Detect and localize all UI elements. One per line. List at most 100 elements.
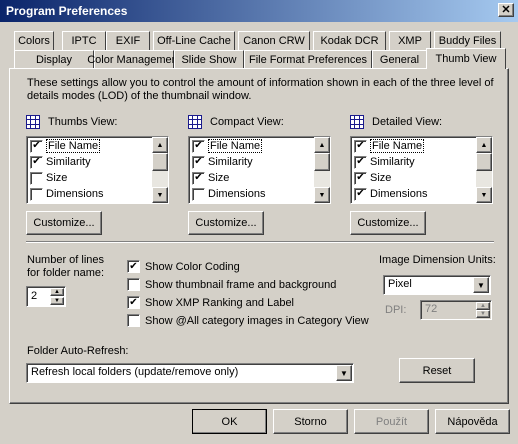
option-show-thumbnail-frame-and-background[interactable]: Show thumbnail frame and background <box>127 278 336 291</box>
scrollbar[interactable]: ▲ ▼ <box>314 137 330 203</box>
view-field-list[interactable]: ✔ File Name ✔ Similarity ✔ Size ✔ Dimensions ▲ ▼ <box>350 136 493 204</box>
tab-label: Slide Show <box>181 54 237 66</box>
list-item-label: File Name <box>46 139 101 153</box>
scrollbar[interactable]: ▲ ▼ <box>152 137 168 203</box>
list-item[interactable]: Dimensions <box>190 186 313 202</box>
lines-spinner[interactable]: 2 ▲ ▼ <box>26 286 66 307</box>
ok-button[interactable]: OK <box>192 409 267 434</box>
refresh-select[interactable]: Refresh local folders (update/remove onl… <box>26 363 354 383</box>
list-item[interactable]: ✔ Similarity <box>28 154 151 170</box>
list-item-label: Dimensions <box>370 188 428 200</box>
checkbox[interactable]: ✔ <box>192 155 205 169</box>
option-show-all-category-images-in-category-view[interactable]: Show @All category images in Category Vi… <box>127 314 369 327</box>
checkbox[interactable] <box>30 187 43 201</box>
list-item[interactable]: ✔ File Name <box>352 138 475 154</box>
option-show-xmp-ranking-and-label[interactable]: ✔ Show XMP Ranking and Label <box>127 296 294 309</box>
checkbox[interactable]: ✔ <box>30 155 43 169</box>
close-button[interactable]: ✕ <box>498 3 514 17</box>
scroll-up-icon[interactable]: ▲ <box>314 137 330 153</box>
scroll-down-icon[interactable]: ▼ <box>314 187 330 203</box>
list-item[interactable]: ✔ Similarity <box>352 154 475 170</box>
checkbox[interactable] <box>127 314 140 327</box>
tab-xmp[interactable]: XMP <box>389 31 431 50</box>
tab-canon-crw[interactable]: Canon CRW <box>238 31 310 50</box>
scrollbar[interactable]: ▲ ▼ <box>476 137 492 203</box>
list-item[interactable]: ✔ Dimensions <box>352 186 475 202</box>
list-item-label: File Name <box>208 139 263 153</box>
checkbox[interactable]: ✔ <box>127 296 140 309</box>
checkbox[interactable]: ✔ <box>354 155 367 169</box>
spin-down-icon[interactable]: ▼ <box>50 297 64 305</box>
checkbox[interactable] <box>127 278 140 291</box>
checkbox[interactable] <box>30 171 43 185</box>
customize-button[interactable]: Customize... <box>350 211 426 235</box>
tab-off-line-cache[interactable]: Off-Line Cache <box>153 31 235 50</box>
scroll-up-icon[interactable]: ▲ <box>476 137 492 153</box>
tab-file-format-preferences[interactable]: File Format Preferences <box>244 50 372 69</box>
option-label: Show XMP Ranking and Label <box>145 296 295 309</box>
tab-iptc[interactable]: IPTC <box>62 31 106 50</box>
checkbox[interactable]: ✔ <box>354 139 367 153</box>
spin-up-icon[interactable]: ▲ <box>50 288 64 296</box>
list-item[interactable]: Dimensions <box>28 186 151 202</box>
option-show-color-coding[interactable]: ✔ Show Color Coding <box>127 260 240 273</box>
close-icon: ✕ <box>501 3 511 16</box>
view-header: Compact View: <box>188 115 284 129</box>
view-title: Compact View: <box>210 116 284 128</box>
tab-label: IPTC <box>71 35 97 47</box>
list-item[interactable]: ✔ Size <box>352 170 475 186</box>
list-item[interactable]: ✔ Similarity <box>190 154 313 170</box>
customize-button[interactable]: Customize... <box>26 211 102 235</box>
list-item-label: Size <box>208 172 230 184</box>
checkbox[interactable]: ✔ <box>192 171 205 185</box>
customize-label: Customize... <box>33 217 95 229</box>
tab-label: XMP <box>398 35 422 47</box>
help-button[interactable]: Nápověda <box>435 409 510 434</box>
tab-label: Colors <box>18 35 50 47</box>
list-item[interactable]: ✔ Size <box>190 170 313 186</box>
tab-kodak-dcr[interactable]: Kodak DCR <box>313 31 386 50</box>
scroll-thumb[interactable] <box>476 153 492 171</box>
tab-display[interactable]: Display <box>14 50 94 69</box>
list-item[interactable]: Size <box>28 170 151 186</box>
tab-colors[interactable]: Colors <box>14 31 54 50</box>
grid-icon <box>188 115 202 129</box>
spin-up-icon[interactable]: ▲ <box>476 302 490 310</box>
tab-label: General <box>379 54 420 66</box>
intro-text: These settings allow you to control the … <box>27 77 494 102</box>
checkbox[interactable] <box>192 187 205 201</box>
apply-button[interactable]: Použít <box>354 409 429 434</box>
scroll-thumb[interactable] <box>314 153 330 171</box>
scroll-up-icon[interactable]: ▲ <box>152 137 168 153</box>
tab-slide-show[interactable]: Slide Show <box>174 50 244 69</box>
checkbox[interactable]: ✔ <box>192 139 205 153</box>
cancel-button[interactable]: Storno <box>273 409 348 434</box>
dimension-value: Pixel <box>388 278 412 290</box>
tab-label: Thumb View <box>435 53 497 65</box>
checkbox[interactable]: ✔ <box>354 171 367 185</box>
list-item[interactable]: ✔ File Name <box>190 138 313 154</box>
view-field-list[interactable]: ✔ File Name ✔ Similarity ✔ Size Dimensions ▲ ▼ <box>188 136 331 204</box>
dpi-spinner[interactable]: 72 ▲ ▼ <box>420 300 492 320</box>
scroll-thumb[interactable] <box>152 153 168 171</box>
list-item-label: Similarity <box>208 156 253 168</box>
tab-general[interactable]: General <box>372 50 427 69</box>
chevron-down-icon: ▼ <box>336 365 352 381</box>
lines-label-1: Number of lines <box>27 254 105 266</box>
dimension-select[interactable]: Pixel ▼ <box>383 275 491 295</box>
checkbox[interactable]: ✔ <box>354 187 367 201</box>
list-item[interactable]: ✔ File Name <box>28 138 151 154</box>
view-field-list[interactable]: ✔ File Name ✔ Similarity Size Dimensions ▲ ▼ <box>26 136 169 204</box>
spin-down-icon[interactable]: ▼ <box>476 310 490 318</box>
checkbox[interactable]: ✔ <box>127 260 140 273</box>
tab-color-management[interactable]: Color Management <box>87 50 181 69</box>
dimension-label: Image Dimension Units: <box>379 254 496 266</box>
checkbox[interactable]: ✔ <box>30 139 43 153</box>
tab-exif[interactable]: EXIF <box>106 31 150 50</box>
scroll-down-icon[interactable]: ▼ <box>152 187 168 203</box>
lines-value: 2 <box>31 290 38 302</box>
reset-button[interactable]: Reset <box>399 358 475 383</box>
customize-button[interactable]: Customize... <box>188 211 264 235</box>
scroll-down-icon[interactable]: ▼ <box>476 187 492 203</box>
tab-thumb-view[interactable]: Thumb View <box>426 48 506 69</box>
